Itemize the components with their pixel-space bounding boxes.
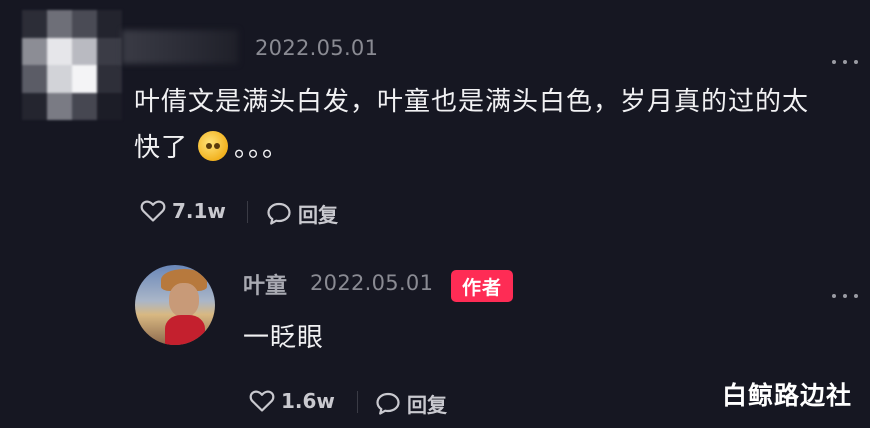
speech-bubble-icon <box>267 202 291 225</box>
pleading-face-icon <box>198 131 229 161</box>
heart-icon <box>140 200 166 222</box>
comment-reply-label: 回复 <box>298 203 338 227</box>
comment-like-count: 7.1w <box>172 199 226 223</box>
action-divider <box>357 391 358 413</box>
watermark-text: 白鲸路边社 <box>721 381 852 410</box>
comment-text-line2: 快了 。。。 <box>134 125 809 171</box>
comment-timestamp: 2022.05.01 <box>255 36 379 60</box>
reply-text: 一眨眼 <box>243 323 325 353</box>
comment-text: 叶倩文是满头白发，叶童也是满头白色，岁月真的过的太 快了 。。。 <box>134 79 809 171</box>
comment-text-line2-start: 快了 <box>134 133 189 163</box>
comment-text-line2-end: 。。。 <box>234 133 290 163</box>
reply-reply-label: 回复 <box>407 393 447 417</box>
reply-more-options-icon[interactable] <box>832 292 858 300</box>
author-badge: 作者 <box>451 270 513 302</box>
commenter-avatar[interactable] <box>22 10 122 120</box>
more-options-icon[interactable] <box>832 58 858 66</box>
heart-icon <box>249 390 275 412</box>
speech-bubble-icon <box>376 392 400 415</box>
comment-text-line1: 叶倩文是满头白发，叶童也是满头白色，岁月真的过的太 <box>134 87 810 117</box>
comment-thread: 2022.05.01 叶倩文是满头白发，叶童也是满头白色，岁月真的过的太 快了 。… <box>0 0 870 428</box>
reply-author-name[interactable]: 叶童 <box>243 268 287 300</box>
commenter-name-blurred[interactable] <box>122 30 238 64</box>
reply-like-count: 1.6w <box>281 389 335 413</box>
action-divider <box>247 201 248 223</box>
comment-like-button[interactable]: 7.1w <box>140 199 226 223</box>
reply-reply-button[interactable]: 回复 <box>375 389 447 418</box>
reply-author-avatar[interactable] <box>135 265 215 345</box>
reply-like-button[interactable]: 1.6w <box>249 389 335 413</box>
comment-reply-button[interactable]: 回复 <box>266 199 338 228</box>
reply-timestamp: 2022.05.01 <box>310 271 434 295</box>
